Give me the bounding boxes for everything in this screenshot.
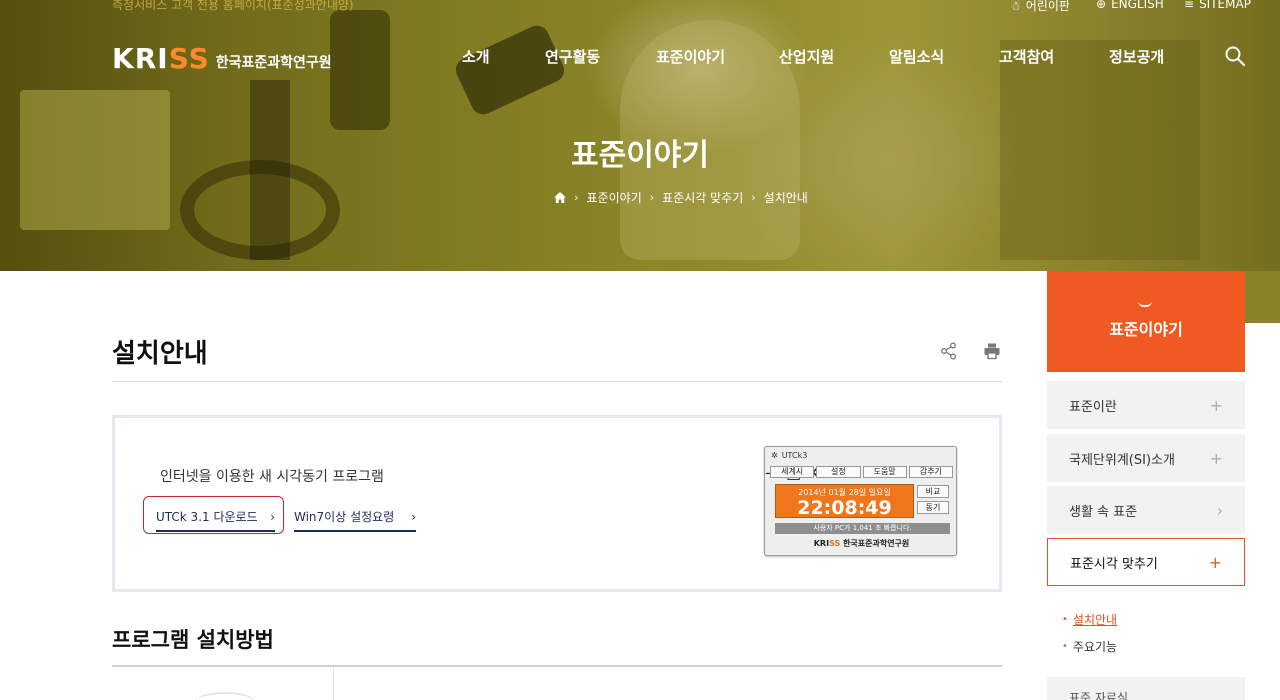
- win7-guide-link[interactable]: Win7이상 설정요령 ›: [294, 508, 416, 532]
- hero-banner: 측정서비스 고객 전용 홈페이지(표준성과안내양) ☃ 어린이판 ⊕ ENGLI…: [0, 0, 1280, 271]
- title-divider: [112, 381, 1002, 382]
- sidebar-item-everyday-standards[interactable]: 생활 속 표준 ›: [1047, 486, 1245, 534]
- compare-button: 비교: [917, 485, 949, 498]
- plus-icon: +: [1209, 395, 1223, 415]
- breadcrumb-item-current[interactable]: 설치안내: [764, 189, 808, 206]
- nav-item-about[interactable]: 소개: [462, 46, 490, 67]
- nav-item-industry[interactable]: 산업지원: [779, 46, 834, 67]
- util-label: ENGLISH: [1111, 0, 1164, 11]
- nav-item-story[interactable]: 표준이야기: [656, 46, 725, 67]
- hero-edge: [1245, 271, 1280, 323]
- util-english-link[interactable]: ⊕ ENGLISH: [1096, 0, 1164, 11]
- page-title: 설치안내: [112, 339, 208, 369]
- menu-help: 도움말: [862, 466, 907, 478]
- page-section-title: 표준이야기: [571, 138, 709, 173]
- chevron-right-icon: ›: [649, 191, 655, 204]
- menu-icon: ≡: [1184, 0, 1195, 11]
- child-icon: ☃: [1010, 0, 1021, 13]
- sidebar-item-what-is-standard[interactable]: 표준이란 +: [1047, 381, 1245, 429]
- clock-display: 2014년 01월 28일 일요일 22:08:49: [775, 484, 914, 518]
- sync-status: 사용자 PC가 1,041 초 빠릅니다.: [775, 523, 950, 534]
- breadcrumb-item[interactable]: 표준시각 맞추기: [662, 189, 743, 206]
- util-kids-link[interactable]: ☃ 어린이판: [1010, 0, 1070, 14]
- window-titlebar: ✲ UTCk3: [765, 447, 956, 463]
- link-label: UTCk 3.1 다운로드: [156, 510, 258, 524]
- smile-icon: [1138, 301, 1152, 307]
- sidebar-item-archive[interactable]: 표준 자료실: [1047, 677, 1245, 700]
- sidebar-subitem-install[interactable]: • 설치안내: [1062, 611, 1117, 628]
- sidebar-item-si-units[interactable]: 국제단위계(SI)소개 +: [1047, 434, 1245, 482]
- sidebar-header: 표준이야기: [1047, 271, 1245, 372]
- sidebar-item-standard-time[interactable]: 표준시각 맞추기 +: [1047, 538, 1245, 586]
- nav-item-disclosure[interactable]: 정보공개: [1109, 46, 1164, 67]
- window-menu: 세계시 설정 도움말 감추기: [770, 466, 953, 478]
- nav-item-news[interactable]: 알림소식: [889, 46, 944, 67]
- bullet-icon: •: [1062, 614, 1068, 625]
- nav-item-research[interactable]: 연구활동: [545, 46, 600, 67]
- menu-world-time: 세계시: [770, 466, 815, 478]
- sync-button: 동기: [917, 501, 949, 514]
- util-sitemap-link[interactable]: ≡ SITEMAP: [1184, 0, 1251, 11]
- breadcrumb-item[interactable]: 표준이야기: [587, 189, 642, 206]
- utck-window-image: ✲ UTCk3 — □ ✕ 세계시 설정 도움말 감추기 2014년 01월 2…: [764, 446, 957, 556]
- breadcrumb: › 표준이야기 › 표준시각 맞추기 › 설치안내: [0, 189, 1280, 206]
- sidebar-item-label: 국제단위계(SI)소개: [1069, 452, 1175, 468]
- subitem-label: 설치안내: [1072, 613, 1118, 627]
- chevron-right-icon: ›: [574, 191, 579, 204]
- plus-icon: +: [1209, 448, 1223, 468]
- chevron-right-icon: ›: [411, 509, 416, 524]
- share-icon[interactable]: [940, 342, 958, 360]
- program-intro: 인터넷을 이용한 새 시각동기 프로그램: [160, 469, 384, 485]
- notice-link[interactable]: 측정서비스 고객 전용 홈페이지(표준성과안내양): [112, 0, 354, 13]
- util-label: SITEMAP: [1199, 0, 1251, 11]
- menu-settings: 설정: [816, 466, 861, 478]
- clock-time: 22:08:49: [797, 497, 892, 519]
- section-divider: [112, 665, 1002, 667]
- bullet-icon: •: [1062, 641, 1068, 652]
- section-heading: 프로그램 설치방법: [112, 628, 274, 652]
- decorative-arc: [195, 692, 255, 700]
- window-brand: KRISS 한국표준과학연구원: [813, 539, 910, 548]
- sidebar-item-label: 표준이란: [1069, 399, 1117, 415]
- app-icon: ✲: [771, 450, 778, 460]
- nav-item-participation[interactable]: 고객참여: [999, 46, 1054, 67]
- print-icon[interactable]: [983, 342, 1001, 360]
- chevron-right-icon: ›: [1216, 500, 1223, 520]
- sidebar-item-label: 표준시각 맞추기: [1070, 556, 1158, 572]
- chevron-right-icon: ›: [270, 509, 275, 524]
- window-title: UTCk3: [781, 450, 808, 460]
- util-label: 어린이판: [1025, 0, 1070, 13]
- subitem-label: 주요기능: [1072, 640, 1118, 654]
- main-nav: 소개 연구활동 표준이야기 산업지원 알림소식 고객참여 정보공개: [0, 46, 1280, 66]
- sidebar-item-label: 표준 자료실: [1069, 691, 1129, 700]
- chevron-right-icon: ›: [751, 191, 756, 204]
- link-label: Win7이상 설정요령: [294, 510, 395, 524]
- globe-icon: ⊕: [1096, 0, 1107, 11]
- sidebar-subitem-features[interactable]: • 주요기능: [1062, 638, 1117, 655]
- sidebar-title: 표준이야기: [1109, 320, 1183, 339]
- menu-hide: 감추기: [908, 466, 953, 478]
- utck-download-link[interactable]: UTCk 3.1 다운로드 ›: [156, 508, 275, 532]
- home-icon[interactable]: [554, 192, 567, 203]
- column-divider: [333, 667, 334, 700]
- plus-icon: +: [1208, 552, 1222, 572]
- sidebar-item-label: 생활 속 표준: [1069, 504, 1138, 520]
- search-icon[interactable]: [1224, 45, 1246, 67]
